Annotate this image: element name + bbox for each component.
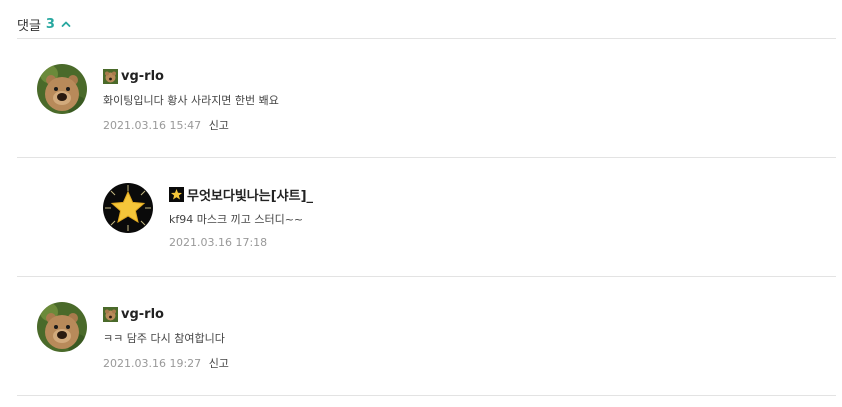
comment-author[interactable]: vg-rlo: [121, 307, 164, 322]
divider: [17, 38, 836, 39]
comment-text: kf94 마스크 끼고 스터디~~: [169, 213, 304, 226]
bear-badge-icon: [103, 68, 118, 84]
comment-header[interactable]: 댓글 3: [17, 13, 71, 35]
comment-text: 화이팅입니다 황사 사라지면 한번 봬요: [103, 94, 279, 107]
chevron-up-icon[interactable]: [61, 19, 71, 29]
avatar[interactable]: [37, 64, 87, 114]
divider: [17, 276, 836, 277]
bear-badge-icon: [103, 306, 118, 322]
avatar[interactable]: [37, 302, 87, 352]
comment-timestamp: 2021.03.16 19:27: [103, 357, 202, 370]
comment-timestamp: 2021.03.16 17:18: [169, 236, 268, 249]
avatar[interactable]: [103, 183, 153, 233]
comment-timestamp: 2021.03.16 15:47: [103, 119, 202, 132]
comment-author-row: vg-rlo: [103, 305, 164, 323]
divider: [17, 395, 836, 396]
report-button[interactable]: 신고: [209, 119, 229, 132]
comment-author[interactable]: 무엇보다빛나는[샤트]_: [187, 185, 313, 204]
comment-meta: 2021.03.16 17:18: [169, 236, 267, 249]
comment-meta: 2021.03.16 19:27 신고: [103, 355, 229, 371]
comment-text: ㅋㅋ 담주 다시 참여합니다: [103, 332, 225, 345]
divider: [17, 157, 836, 158]
comment-section: 댓글 3 vg-rlo 화이팅입니다 황사 사라지면 한번 봬요 2021.03…: [0, 0, 842, 407]
report-button[interactable]: 신고: [209, 357, 229, 370]
comment-author[interactable]: vg-rlo: [121, 69, 164, 84]
star-badge-icon: [169, 186, 184, 202]
comment-count: 3: [45, 16, 55, 32]
comment-author-row: 무엇보다빛나는[샤트]_: [169, 185, 313, 204]
comment-meta: 2021.03.16 15:47 신고: [103, 117, 229, 133]
comment-header-label: 댓글: [17, 18, 41, 34]
comment-author-row: vg-rlo: [103, 67, 164, 85]
